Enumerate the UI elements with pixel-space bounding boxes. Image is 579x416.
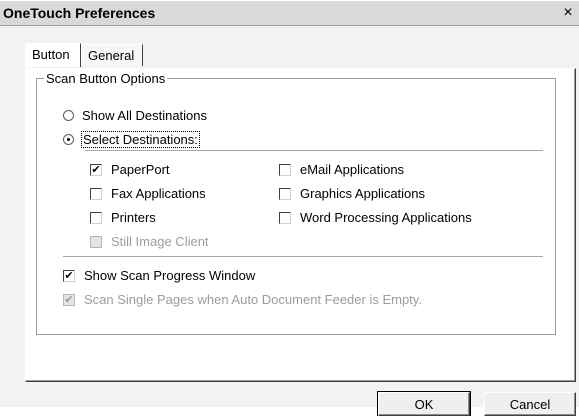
window-title: OneTouch Preferences <box>3 5 156 21</box>
radio-indicator[interactable] <box>63 134 74 145</box>
checkbox-paperport[interactable]: ✔ PaperPort <box>90 162 170 177</box>
checkbox-label: Printers <box>111 210 156 225</box>
tab-general[interactable]: General <box>81 44 143 66</box>
radio-indicator[interactable] <box>63 110 74 121</box>
separator <box>85 150 543 152</box>
checkbox-label: eMail Applications <box>300 162 405 177</box>
checkbox-box[interactable] <box>90 211 102 224</box>
group-legend: Scan Button Options <box>46 71 166 86</box>
checkbox-box <box>90 235 102 248</box>
radio-label: Show All Destinations <box>82 108 208 123</box>
checkbox-label: Fax Applications <box>111 186 206 201</box>
radio-show-all-destinations[interactable]: Show All Destinations <box>63 108 207 123</box>
checkbox-label: Graphics Applications <box>300 186 426 201</box>
checkbox-box[interactable]: ✔ <box>63 269 75 282</box>
checkbox-box[interactable] <box>90 187 102 200</box>
scan-button-options-group: Scan Button Options Show All Destination… <box>36 71 556 335</box>
checkbox-box[interactable]: ✔ <box>90 163 102 176</box>
checkbox-fax-applications[interactable]: Fax Applications <box>90 186 206 201</box>
cancel-button[interactable]: Cancel <box>484 392 576 416</box>
checkbox-label: Scan Single Pages when Auto Document Fee… <box>84 292 422 307</box>
title-bar[interactable]: OneTouch Preferences × <box>0 0 579 26</box>
checkbox-label: Word Processing Applications <box>300 210 472 225</box>
checkbox-email-applications[interactable]: eMail Applications <box>279 162 404 177</box>
checkbox-box[interactable] <box>279 187 291 200</box>
tab-panel-button: Scan Button Options Show All Destination… <box>25 68 576 382</box>
separator <box>63 256 543 258</box>
close-icon[interactable]: × <box>559 4 577 22</box>
tab-button[interactable]: Button <box>25 43 81 67</box>
tab-general-label: General <box>88 48 135 63</box>
checkbox-printers[interactable]: Printers <box>90 210 156 225</box>
preferences-dialog: OneTouch Preferences × Button General Sc… <box>0 0 579 416</box>
checkbox-show-scan-progress-window[interactable]: ✔ Show Scan Progress Window <box>63 268 255 283</box>
checkbox-scan-single-pages: ✔ Scan Single Pages when Auto Document F… <box>63 292 422 307</box>
checkbox-label: Show Scan Progress Window <box>84 268 256 283</box>
checkbox-box: ✔ <box>63 292 75 306</box>
radio-label: Select Destinations: <box>81 131 200 148</box>
checkbox-box[interactable] <box>279 211 291 224</box>
checkbox-box[interactable] <box>279 163 291 176</box>
tab-button-label: Button <box>32 47 70 62</box>
checkbox-graphics-applications[interactable]: Graphics Applications <box>279 186 425 201</box>
checkbox-word-processing-applications[interactable]: Word Processing Applications <box>279 210 472 225</box>
radio-select-destinations[interactable]: Select Destinations: <box>63 131 200 148</box>
checkbox-label: Still Image Client <box>111 234 209 249</box>
ok-button[interactable]: OK <box>377 391 471 416</box>
checkbox-label: PaperPort <box>111 162 170 177</box>
checkbox-still-image-client: Still Image Client <box>90 234 209 249</box>
dialog-body: Button General Scan Button Options Show … <box>0 26 579 416</box>
